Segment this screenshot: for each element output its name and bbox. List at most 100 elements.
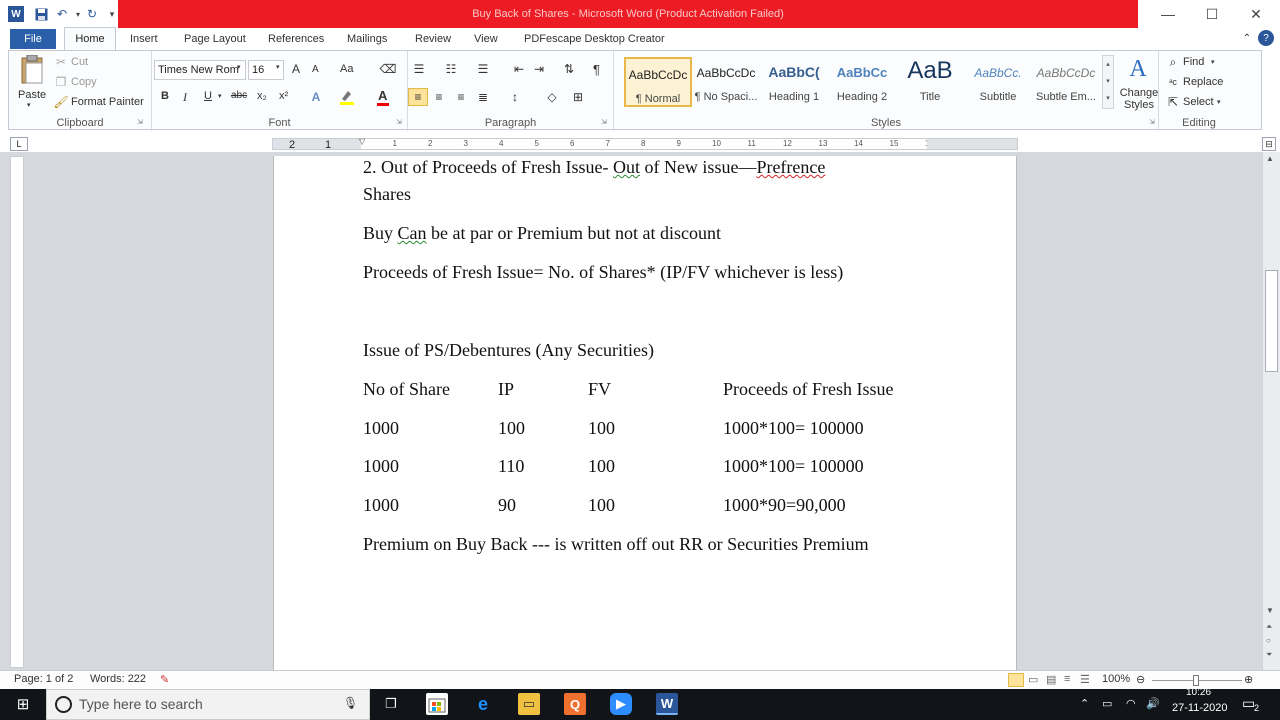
outline-icon[interactable]: ≡ xyxy=(1064,673,1070,685)
draft-icon[interactable]: ☰ xyxy=(1080,673,1090,686)
zoom-in-icon[interactable]: ⊕ xyxy=(1244,673,1253,686)
table-header-col-3[interactable]: FV xyxy=(588,378,611,400)
align-left-icon[interactable]: ≡ xyxy=(408,88,428,106)
full-screen-reading-icon[interactable]: ▭ xyxy=(1028,673,1038,686)
redo-icon[interactable]: ↻ xyxy=(84,6,100,22)
taskbar-search[interactable]: Type here to search 🎙 xyxy=(46,689,370,720)
subscript-button[interactable]: x₂ xyxy=(257,90,267,102)
help-icon[interactable]: ? xyxy=(1258,30,1274,46)
previous-page-icon[interactable]: ⏶ xyxy=(1266,622,1272,632)
change-styles-button[interactable]: Change Styles xyxy=(1119,87,1159,111)
copy-button[interactable]: Copy xyxy=(71,76,97,88)
borders-icon[interactable]: ⊞ xyxy=(568,88,588,106)
style-heading-2[interactable]: AaBbCc Heading 2 xyxy=(828,57,896,107)
text-effects-icon[interactable]: A xyxy=(308,89,324,105)
table-row-1-col-1[interactable]: 1000 xyxy=(363,417,399,439)
table-header-col-4[interactable]: Proceeds of Fresh Issue xyxy=(723,378,893,400)
network-icon[interactable]: ▭ xyxy=(1102,697,1112,710)
page-count[interactable]: Page: 1 of 2 xyxy=(14,673,73,685)
microphone-icon[interactable]: 🎙 xyxy=(343,696,358,710)
line-spacing-icon[interactable]: ↕ xyxy=(504,88,526,106)
change-styles-icon[interactable]: A xyxy=(1124,55,1152,83)
select-dropdown-icon[interactable]: ▾ xyxy=(1217,98,1221,106)
zoom-app-icon[interactable]: ▶ xyxy=(610,693,632,715)
grow-font-button[interactable]: A xyxy=(292,62,300,76)
font-color-button[interactable]: A xyxy=(378,88,387,103)
document-page[interactable]: 2. Out of Proceeds of Fresh Issue- Out o… xyxy=(273,156,1017,670)
undo-icon[interactable]: ↶ xyxy=(54,6,70,22)
horizontal-ruler[interactable]: 21 123456789101112131415161718 ▽ xyxy=(272,137,1018,151)
underline-button[interactable]: U xyxy=(204,90,212,102)
italic-button[interactable]: I xyxy=(183,90,187,105)
cut-button[interactable]: Cut xyxy=(71,56,88,68)
styles-scroll[interactable]: ▴ ▾ ▾ xyxy=(1102,55,1114,109)
shading-icon[interactable]: ◇ xyxy=(542,88,562,106)
tab-mailings[interactable]: Mailings xyxy=(339,28,395,50)
paste-button[interactable]: Paste xyxy=(18,89,46,101)
styles-launcher-icon[interactable]: ⇲ xyxy=(1149,118,1155,126)
style-heading-1[interactable]: AaBbC( Heading 1 xyxy=(760,57,828,107)
sort-icon[interactable]: ⇅ xyxy=(560,61,578,77)
tab-view[interactable]: View xyxy=(466,28,506,50)
tab-review[interactable]: Review xyxy=(407,28,459,50)
table-row-3-col-4[interactable]: 1000*90=90,000 xyxy=(723,494,846,516)
paste-icon[interactable] xyxy=(17,53,49,87)
wifi-icon[interactable]: ◠ xyxy=(1126,697,1136,710)
proofing-icon[interactable]: ✎ xyxy=(160,673,169,686)
clock-date[interactable]: 27-11-2020 xyxy=(1172,702,1227,714)
collapse-ribbon-icon[interactable]: ⌃ xyxy=(1240,31,1254,45)
doc-line-5[interactable]: Issue of PS/Debentures (Any Securities) xyxy=(363,339,654,361)
table-row-1-col-2[interactable]: 100 xyxy=(498,417,525,439)
shrink-font-button[interactable]: A xyxy=(312,64,319,75)
scroll-up-icon[interactable]: ▲ xyxy=(1266,154,1274,163)
task-view-icon[interactable]: ❐ xyxy=(380,693,402,715)
close-icon[interactable]: ✕ xyxy=(1234,0,1278,28)
vertical-ruler[interactable] xyxy=(10,156,24,668)
replace-button[interactable]: Replace xyxy=(1183,76,1223,88)
clipboard-launcher-icon[interactable]: ⇲ xyxy=(137,118,143,126)
style-title[interactable]: AaB Title xyxy=(896,57,964,107)
minimize-icon[interactable]: — xyxy=(1146,0,1190,28)
tab-home[interactable]: Home xyxy=(64,27,116,51)
next-page-icon[interactable]: ⏷ xyxy=(1266,650,1272,660)
zoom-out-icon[interactable]: ⊖ xyxy=(1136,673,1145,686)
highlight-icon[interactable] xyxy=(338,89,356,105)
strikethrough-button[interactable]: abc xyxy=(231,90,247,101)
doc-line-2[interactable]: Shares xyxy=(363,183,411,205)
find-button[interactable]: Find xyxy=(1183,56,1204,68)
volume-icon[interactable]: 🔊 xyxy=(1146,697,1160,710)
edge-icon[interactable]: e xyxy=(472,693,494,715)
show-hidden-icons[interactable]: ⌃ xyxy=(1080,697,1089,710)
zoom-level[interactable]: 100% xyxy=(1102,673,1130,685)
bold-button[interactable]: B xyxy=(161,90,169,102)
doc-line-4[interactable]: Proceeds of Fresh Issue= No. of Shares* … xyxy=(363,261,843,283)
table-row-1-col-3[interactable]: 100 xyxy=(588,417,615,439)
table-row-2-col-4[interactable]: 1000*100= 100000 xyxy=(723,455,864,477)
paragraph-launcher-icon[interactable]: ⇲ xyxy=(601,118,607,126)
tab-references[interactable]: References xyxy=(260,28,332,50)
tab-pdfescape[interactable]: PDFescape Desktop Creator xyxy=(516,28,673,50)
maximize-icon[interactable]: ☐ xyxy=(1190,0,1234,28)
vertical-scrollbar[interactable]: ▲ ▼ ⏶ ○ ⏷ xyxy=(1262,152,1280,670)
font-name-dropdown-icon[interactable]: ▾ xyxy=(237,63,241,71)
paste-dropdown-icon[interactable]: ▾ xyxy=(27,101,31,109)
qualcomm-app-icon[interactable]: Q xyxy=(564,693,586,715)
file-explorer-icon[interactable]: ▭ xyxy=(518,693,540,715)
style-no-spacing[interactable]: AaBbCcDc ¶ No Spaci... xyxy=(692,57,760,107)
table-header-col-2[interactable]: IP xyxy=(498,378,514,400)
clock-time[interactable]: 10:26 xyxy=(1186,687,1211,698)
clear-formatting-icon[interactable]: ⌫ xyxy=(380,62,397,76)
scrollbar-thumb[interactable] xyxy=(1265,270,1278,372)
word-count[interactable]: Words: 222 xyxy=(90,673,146,685)
doc-footer-line[interactable]: Premium on Buy Back --- is written off o… xyxy=(363,533,869,555)
tab-selector[interactable]: L xyxy=(10,137,28,151)
font-launcher-icon[interactable]: ⇲ xyxy=(396,118,402,126)
doc-line-3[interactable]: Buy Can be at par or Premium but not at … xyxy=(363,222,721,244)
web-layout-icon[interactable]: ▤ xyxy=(1046,673,1056,686)
bullets-icon[interactable]: ☰ xyxy=(410,61,428,77)
style-subtle-emphasis[interactable]: AaBbCcDc Subtle Em... xyxy=(1032,57,1100,107)
table-row-1-col-4[interactable]: 1000*100= 100000 xyxy=(723,417,864,439)
table-row-3-col-3[interactable]: 100 xyxy=(588,494,615,516)
tab-file[interactable]: File xyxy=(10,29,56,49)
print-layout-icon[interactable] xyxy=(1008,673,1024,687)
